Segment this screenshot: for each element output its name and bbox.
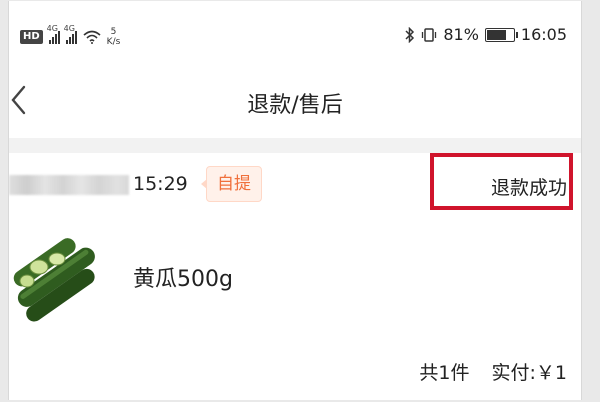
bluetooth-icon (405, 26, 415, 43)
wifi-icon (83, 30, 101, 44)
item-count: 共1件 (419, 362, 470, 384)
signal-icon: 4G (47, 24, 60, 44)
network-speed: 5 K/s (107, 27, 121, 47)
section-divider (9, 138, 581, 153)
blurred-order-id (9, 175, 129, 195)
order-summary: 共1件 实付:￥1 (419, 358, 567, 385)
status-left: HD 4G 4G 5 K/s (20, 24, 121, 47)
speed-value: 5 (110, 27, 117, 37)
clock: 16:05 (520, 25, 567, 44)
battery-icon (484, 27, 518, 42)
speed-unit: K/s (106, 37, 121, 47)
network-label: 4G (63, 24, 75, 33)
order-time: 15:29 (133, 173, 188, 195)
pickup-tag: 自提 (201, 166, 262, 202)
nav-bar: 退款/售后 (9, 71, 581, 136)
signal-icon: 4G (64, 24, 77, 44)
cucumber-image (13, 238, 95, 322)
vibrate-icon (422, 27, 437, 42)
refund-status: 退款成功 (490, 177, 567, 199)
hd-icon: HD (20, 30, 43, 44)
page-title: 退款/售后 (247, 93, 343, 118)
product-name: 黄瓜500g (133, 267, 233, 292)
product-row[interactable]: 黄瓜500g (9, 221, 581, 331)
status-bar: HD 4G 4G 5 K/s 81% 16:05 (9, 1, 581, 71)
network-label: 4G (46, 24, 58, 33)
paid-amount: 实付:￥1 (491, 362, 568, 384)
order-header[interactable]: 15:29 自提 退款成功 (9, 153, 581, 211)
status-right: 81% 16:05 (405, 25, 567, 44)
battery-percent: 81% (443, 25, 479, 44)
screen: HD 4G 4G 5 K/s 81% 16:05 退款/售后 15:29 自提 … (8, 1, 582, 400)
